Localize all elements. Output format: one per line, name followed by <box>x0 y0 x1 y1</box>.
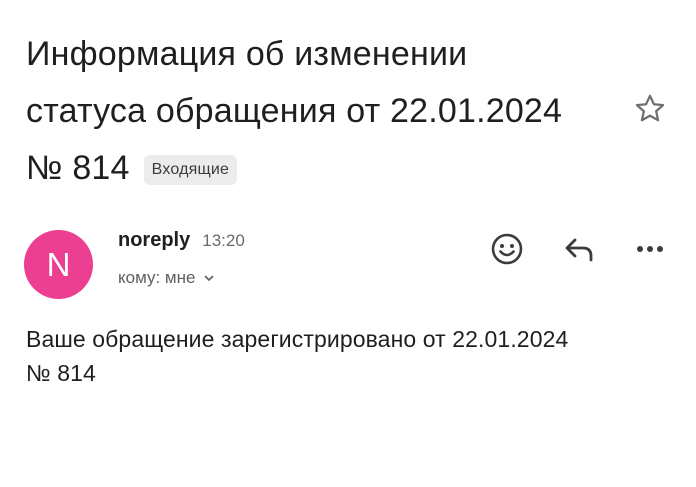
sent-time: 13:20 <box>202 231 245 250</box>
reply-icon[interactable] <box>561 231 597 267</box>
inbox-label-chip[interactable]: Входящие <box>143 154 238 185</box>
email-body: Ваше обращение зарегистрировано от 22.01… <box>26 322 676 390</box>
sender-avatar[interactable]: N <box>24 230 93 299</box>
star-icon[interactable] <box>632 91 668 127</box>
subject-line-1: Информация об изменении <box>26 35 468 73</box>
subject-line-3: № 814 <box>26 149 130 187</box>
recipient-toggle[interactable]: кому: мне <box>118 268 215 288</box>
body-line-1: Ваше обращение зарегистрировано от 22.01… <box>26 326 569 352</box>
chevron-down-icon <box>205 275 214 281</box>
subject-line-2: статуса обращения от 22.01.2024 <box>26 92 563 130</box>
recipient-label: кому: мне <box>118 268 196 287</box>
sender-name[interactable]: noreply <box>118 229 190 252</box>
email-subject: Информация об изменении статуса обращени… <box>26 26 626 197</box>
avatar-letter: N <box>46 245 71 283</box>
emoji-reaction-icon[interactable] <box>489 231 525 267</box>
sender-row: noreply 13:20 <box>118 229 245 252</box>
body-line-2: № 814 <box>26 360 96 386</box>
more-options-icon[interactable] <box>632 231 668 267</box>
subject-line-3-row: № 814 Входящие <box>26 140 626 197</box>
